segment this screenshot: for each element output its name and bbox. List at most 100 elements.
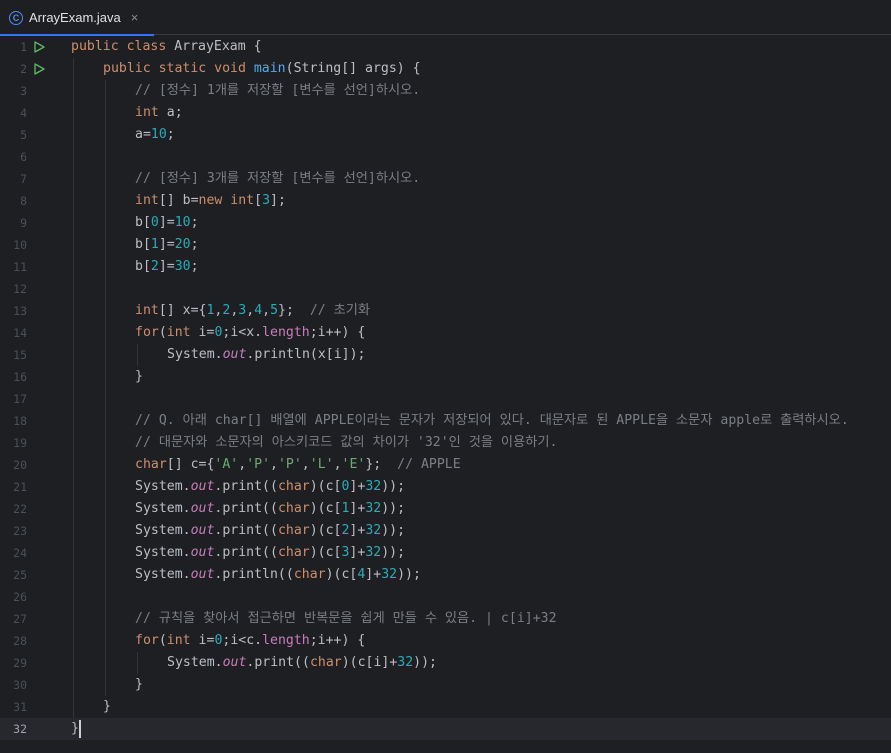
code-line[interactable]: 13 int[] x={1,2,3,4,5}; // 초기화 [0, 300, 891, 322]
line-number[interactable]: 28 [0, 630, 27, 652]
code-line[interactable]: 22 System.out.print((char)(c[1]+32)); [0, 498, 891, 520]
code-token: ; [190, 215, 199, 230]
code-token: )); [413, 655, 437, 670]
code-token: class [126, 39, 175, 54]
code-line[interactable]: 9 b[0]=10; [0, 212, 891, 234]
line-number[interactable]: 1 [0, 36, 27, 58]
code-token: ; [166, 127, 175, 142]
line-number[interactable]: 7 [0, 168, 27, 190]
line-number[interactable]: 10 [0, 234, 27, 256]
code-text: b[0]=10; [135, 212, 199, 234]
code-token: 'E' [341, 457, 366, 472]
code-token: .println(( [214, 567, 294, 582]
code-token: } [103, 699, 111, 714]
line-number[interactable]: 13 [0, 300, 27, 322]
code-token: 10 [174, 215, 191, 230]
code-line[interactable]: 31} [0, 696, 891, 718]
code-line[interactable]: 14 for(int i=0;i<x.length;i++) { [0, 322, 891, 344]
line-number[interactable]: 16 [0, 366, 27, 388]
code-token: )); [381, 523, 406, 538]
line-number[interactable]: 8 [0, 190, 27, 212]
code-line[interactable]: 17 [0, 388, 891, 410]
code-token: out [222, 347, 247, 362]
line-number[interactable]: 20 [0, 454, 27, 476]
line-number[interactable]: 26 [0, 586, 27, 608]
code-token: System. [135, 567, 191, 582]
code-line[interactable]: 29 System.out.print((char)(c[i]+32)); [0, 652, 891, 674]
code-line[interactable]: 12 [0, 278, 891, 300]
code-line[interactable]: 23 System.out.print((char)(c[2]+32)); [0, 520, 891, 542]
code-editor[interactable]: 1 public class ArrayExam {2 public static … [0, 36, 891, 753]
code-token: (String[] args) { [285, 61, 421, 76]
code-token: , [270, 457, 278, 472]
tab-arrayexam-java[interactable]: C ArrayExam.java × [0, 0, 154, 36]
code-line[interactable]: 19 // 대문자와 소문자의 아스키코드 값의 차이가 '32'인 것을 이용하… [0, 432, 891, 454]
code-token: )); [381, 479, 406, 494]
line-number[interactable]: 30 [0, 674, 27, 696]
code-line[interactable]: 28 for(int i=0;i<c.length;i++) { [0, 630, 891, 652]
code-line[interactable]: 8 int[] b=new int[3]; [0, 190, 891, 212]
code-line[interactable]: 21 System.out.print((char)(c[0]+32)); [0, 476, 891, 498]
code-text: System.out.print((char)(c[2]+32)); [135, 520, 405, 542]
code-line[interactable]: 32} [0, 718, 891, 740]
line-number[interactable]: 6 [0, 146, 27, 168]
code-token: char [277, 545, 310, 560]
code-line[interactable]: 11 b[2]=30; [0, 256, 891, 278]
line-number[interactable]: 9 [0, 212, 27, 234]
code-line[interactable]: 24 System.out.print((char)(c[3]+32)); [0, 542, 891, 564]
line-number[interactable]: 17 [0, 388, 27, 410]
code-line[interactable]: 7 // [정수] 3개를 저장할 [변수를 선언]하시오. [0, 168, 891, 190]
code-line[interactable]: 30} [0, 674, 891, 696]
code-line[interactable]: 26 [0, 586, 891, 608]
code-token: b[ [135, 259, 151, 274]
line-number[interactable]: 25 [0, 564, 27, 586]
code-token: // 초기화 [309, 303, 371, 318]
line-number[interactable]: 14 [0, 322, 27, 344]
line-number[interactable]: 5 [0, 124, 27, 146]
indent-guide [73, 58, 74, 718]
line-number[interactable]: 4 [0, 102, 27, 124]
code-token: .print(( [214, 523, 278, 538]
code-token: )); [381, 501, 406, 516]
line-number[interactable]: 22 [0, 498, 27, 520]
line-number[interactable]: 32 [0, 718, 27, 740]
line-number[interactable]: 29 [0, 652, 27, 674]
code-text: System.out.print((char)(c[1]+32)); [135, 498, 405, 520]
line-number[interactable]: 2 [0, 58, 27, 80]
line-number[interactable]: 21 [0, 476, 27, 498]
code-token: b[ [135, 237, 151, 252]
code-line[interactable]: 2 public static void main(String[] args) … [0, 58, 891, 80]
line-number[interactable]: 24 [0, 542, 27, 564]
run-icon[interactable] [33, 63, 45, 75]
code-line[interactable]: 16} [0, 366, 891, 388]
code-line[interactable]: 27 // 규칙을 찾아서 접근하면 반복문을 쉽게 만들 수 있음. | c[i… [0, 608, 891, 630]
code-line[interactable]: 15 System.out.println(x[i]); [0, 344, 891, 366]
code-line[interactable]: 1 public class ArrayExam { [0, 36, 891, 58]
code-line[interactable]: 6 [0, 146, 891, 168]
line-number[interactable]: 27 [0, 608, 27, 630]
code-token: // Q. 아래 char[] 배열에 APPLE이라는 문자가 저장되어 있다… [135, 413, 849, 428]
line-number[interactable]: 31 [0, 696, 27, 718]
code-line[interactable]: 25 System.out.println((char)(c[4]+32)); [0, 564, 891, 586]
line-number[interactable]: 3 [0, 80, 27, 102]
line-number[interactable]: 19 [0, 432, 27, 454]
code-token: , [301, 457, 310, 472]
code-text: System.out.print((char)(c[i]+32)); [167, 652, 437, 674]
code-line[interactable]: 4 int a; [0, 102, 891, 124]
line-number[interactable]: 15 [0, 344, 27, 366]
code-token: char [277, 479, 310, 494]
line-number[interactable]: 12 [0, 278, 27, 300]
line-number[interactable]: 23 [0, 520, 27, 542]
line-number[interactable]: 11 [0, 256, 27, 278]
close-icon[interactable]: × [131, 10, 139, 25]
code-line[interactable]: 10 b[1]=20; [0, 234, 891, 256]
code-line[interactable]: 5 a=10; [0, 124, 891, 146]
code-line[interactable]: 20 char[] c={'A','P','P','L','E'}; // APP… [0, 454, 891, 476]
line-number[interactable]: 18 [0, 410, 27, 432]
code-line[interactable]: 3 // [정수] 1개를 저장할 [변수를 선언]하시오. [0, 80, 891, 102]
code-text: // [정수] 1개를 저장할 [변수를 선언]하시오. [135, 80, 420, 102]
code-line[interactable]: 18 // Q. 아래 char[] 배열에 APPLE이라는 문자가 저장되어 … [0, 410, 891, 432]
run-icon[interactable] [33, 41, 45, 53]
code-token: char [293, 567, 326, 582]
code-token: 5 [270, 303, 279, 318]
